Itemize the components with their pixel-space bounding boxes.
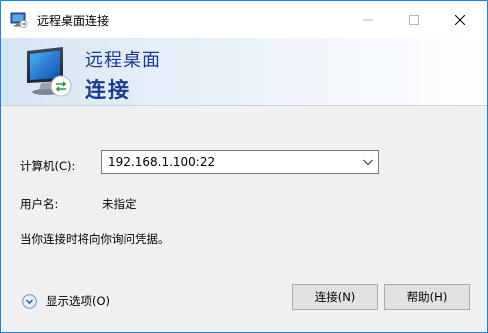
- remote-desktop-monitor-icon: [23, 45, 83, 103]
- maximize-button[interactable]: [391, 1, 437, 38]
- credentials-hint: 当你连接时将向你询问凭据。: [20, 232, 170, 246]
- username-value: 未指定: [102, 197, 137, 211]
- show-options-label[interactable]: 显示选项(O): [46, 293, 110, 309]
- banner-title-line1: 远程桌面: [85, 50, 161, 71]
- help-button[interactable]: 帮助(H): [384, 284, 470, 310]
- window-title: 远程桌面连接: [37, 14, 110, 28]
- connect-button[interactable]: 连接(N): [292, 284, 378, 310]
- title-bar[interactable]: 远程桌面连接: [1, 1, 487, 38]
- header-banner: 远程桌面 连接: [1, 38, 487, 105]
- computer-combobox[interactable]: 192.168.1.100:22: [101, 150, 379, 174]
- show-options-toggle[interactable]: 显示选项(O): [22, 291, 110, 311]
- chevron-down-icon[interactable]: [362, 156, 374, 168]
- expand-options-icon[interactable]: [22, 293, 37, 309]
- banner-title-line2: 连接: [85, 78, 131, 102]
- computer-label: 计算机(C):: [20, 159, 76, 173]
- maximize-icon: [409, 14, 419, 25]
- banner-divider: [1, 105, 487, 106]
- remote-desktop-window: 远程桌面连接 远程桌面 连接 计算机(C): 192.168.1.100:22 …: [0, 0, 488, 333]
- username-label: 用户名:: [20, 197, 59, 211]
- minimize-button[interactable]: [345, 1, 391, 38]
- remote-desktop-app-icon: [10, 11, 28, 29]
- close-icon: [455, 14, 465, 25]
- close-button[interactable]: [437, 1, 483, 38]
- computer-input[interactable]: 192.168.1.100:22: [108, 155, 215, 169]
- minimize-icon: [363, 19, 373, 20]
